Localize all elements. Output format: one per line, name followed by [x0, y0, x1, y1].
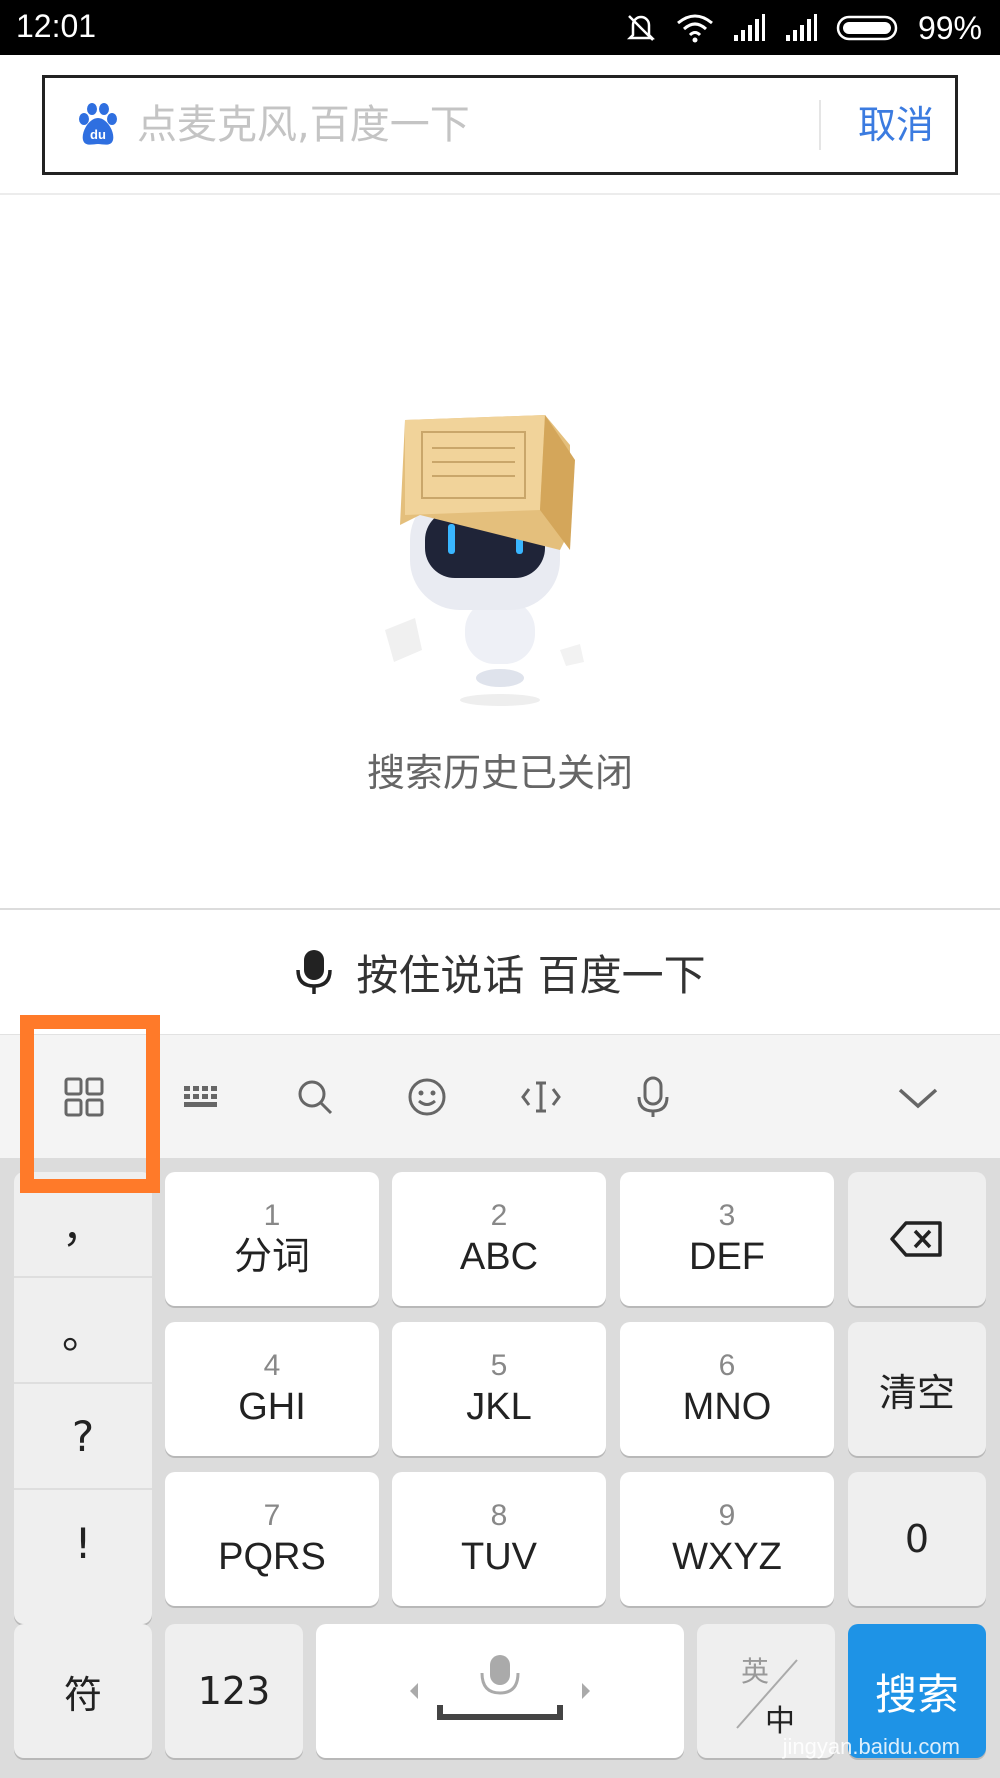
emoji-button[interactable]	[395, 1065, 459, 1129]
search-header: du 取消	[0, 55, 1000, 195]
clear-key[interactable]: 清空	[848, 1322, 986, 1456]
language-toggle-key[interactable]: 英 中	[697, 1624, 835, 1758]
key-7-number: 7	[263, 1499, 281, 1532]
cursor-icon	[521, 1081, 561, 1113]
status-bar: 12:01 99%	[0, 0, 1000, 55]
robot-box-illustration	[385, 415, 584, 706]
key-7[interactable]: 7 PQRS	[165, 1472, 379, 1606]
key-4[interactable]: 4 GHI	[165, 1322, 379, 1456]
toolbar-voice-button[interactable]	[621, 1065, 685, 1129]
status-time: 12:01	[16, 8, 97, 44]
punct-question-key[interactable]: ?	[14, 1384, 152, 1490]
punct-exclaim-key[interactable]: !	[14, 1490, 152, 1596]
key-3[interactable]: 3 DEF	[620, 1172, 834, 1306]
key-1-label: 分词	[233, 1236, 310, 1278]
search-icon	[298, 1080, 333, 1115]
key-6[interactable]: 6 MNO	[620, 1322, 834, 1456]
microphone-icon	[296, 950, 333, 994]
empty-state-message: 搜索历史已关闭	[366, 751, 633, 795]
space-voice-icon	[410, 1655, 590, 1720]
keyboard-icon	[184, 1086, 217, 1107]
key-5-label: JKL	[466, 1386, 532, 1428]
mute-vibrate-icon	[626, 15, 655, 41]
cancel-button[interactable]: 取消	[841, 96, 951, 154]
voice-input-bar[interactable]: 按住说话 百度一下	[0, 908, 1000, 1034]
search-input[interactable]	[137, 96, 837, 154]
emoji-icon	[408, 1078, 446, 1116]
key-2-number: 2	[490, 1199, 508, 1232]
battery-percent: 99%	[917, 9, 982, 46]
key-8-number: 8	[490, 1499, 508, 1532]
key-3-label: DEF	[689, 1236, 765, 1278]
numeric-key[interactable]: 123	[165, 1624, 303, 1758]
backspace-icon	[890, 1221, 942, 1257]
punct-comma-key[interactable]: ，	[14, 1172, 152, 1278]
punctuation-column: ， 。 ? !	[14, 1172, 152, 1624]
symbol-key[interactable]: 符	[14, 1624, 152, 1758]
wifi-icon	[677, 14, 713, 43]
numeric-key-label: 123	[197, 1669, 271, 1713]
lang-en-label: 英	[741, 1655, 770, 1688]
search-key-label: 搜索	[874, 1669, 959, 1719]
key-1[interactable]: 1 分词	[165, 1172, 379, 1306]
collapse-keyboard-button[interactable]	[886, 1065, 950, 1129]
key-9[interactable]: 9 WXYZ	[620, 1472, 834, 1606]
key-9-label: WXYZ	[672, 1536, 782, 1578]
key-1-number: 1	[263, 1199, 281, 1232]
search-box: du 取消	[42, 75, 958, 175]
toolbar-search-button[interactable]	[283, 1065, 347, 1129]
battery-icon	[836, 15, 898, 41]
key-6-label: MNO	[682, 1386, 772, 1428]
key-3-number: 3	[718, 1199, 736, 1232]
key-8-label: TUV	[461, 1536, 537, 1578]
cursor-button[interactable]	[509, 1065, 573, 1129]
key-8[interactable]: 8 TUV	[392, 1472, 606, 1606]
key-0[interactable]: 0	[848, 1472, 986, 1606]
key-2-label: ABC	[459, 1236, 539, 1278]
keyboard-switch-button[interactable]	[170, 1065, 234, 1129]
symbol-key-label: 符	[63, 1672, 102, 1717]
key-5[interactable]: 5 JKL	[392, 1322, 606, 1456]
lang-zh-label: 中	[765, 1704, 795, 1739]
key-0-label: 0	[904, 1517, 930, 1561]
baidu-paw-icon: du	[79, 103, 117, 145]
key-2[interactable]: 2 ABC	[392, 1172, 606, 1306]
key-4-label: GHI	[238, 1386, 306, 1428]
microphone-outline-icon	[637, 1076, 669, 1117]
signal-icon-2	[785, 14, 817, 41]
baidu-logo-text: du	[90, 127, 106, 142]
punct-period-key[interactable]: 。	[14, 1278, 152, 1384]
chevron-down-icon	[898, 1088, 938, 1109]
backspace-key[interactable]	[848, 1172, 986, 1306]
grid-icon	[64, 1077, 104, 1117]
key-9-number: 9	[718, 1499, 736, 1532]
status-icons: 99%	[624, 8, 982, 48]
space-key[interactable]	[316, 1624, 684, 1758]
clear-key-label: 清空	[878, 1370, 955, 1415]
search-divider	[819, 100, 821, 150]
signal-icon	[733, 14, 765, 41]
key-6-number: 6	[718, 1349, 736, 1382]
grid-menu-button[interactable]	[52, 1065, 116, 1129]
key-7-label: PQRS	[218, 1536, 326, 1578]
keyboard: ， 。 ? ! 1 分词 2 ABC 3 DEF 4 GHI 5 JKL 6 M…	[0, 1158, 1000, 1778]
voice-bar-label: 按住说话 百度一下	[356, 950, 706, 1000]
key-5-number: 5	[490, 1349, 508, 1382]
key-4-number: 4	[263, 1349, 281, 1382]
search-key[interactable]: 搜索	[848, 1624, 986, 1758]
keyboard-toolbar	[0, 1034, 1000, 1158]
